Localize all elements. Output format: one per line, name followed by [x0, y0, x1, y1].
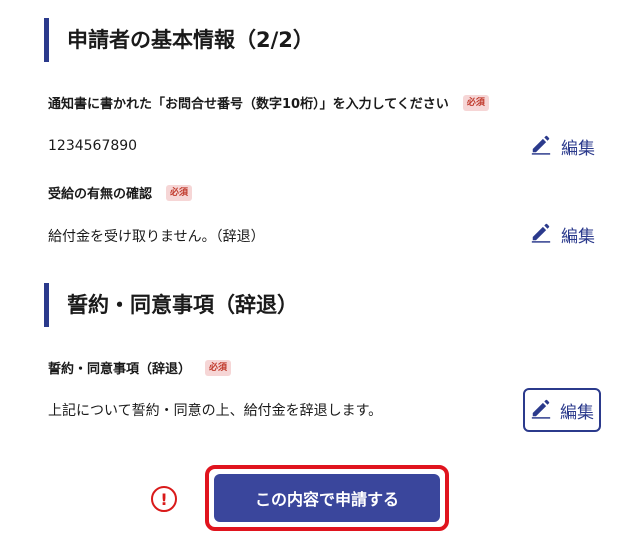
- required-badge: 必須: [205, 359, 232, 376]
- edit-label: 編集: [561, 227, 595, 247]
- field-label-pledge: 誓約・同意事項（辞退） 必須: [48, 358, 232, 377]
- field-label-receipt-confirmation: 受給の有無の確認 必須: [48, 183, 193, 202]
- section-heading-pledge: 誓約・同意事項（辞退）: [44, 283, 298, 327]
- field-value-pledge: 上記について誓約・同意の上、給付金を辞退します。: [48, 403, 383, 419]
- field-label-text: 受給の有無の確認: [48, 187, 153, 202]
- required-badge: 必須: [166, 184, 193, 201]
- field-value-receipt-confirmation: 給付金を受け取りません。（辞退）: [48, 229, 265, 245]
- edit-label: 編集: [561, 139, 595, 159]
- edit-button-receipt-confirmation[interactable]: 編集: [530, 221, 595, 248]
- submit-button[interactable]: この内容で申請する: [214, 474, 440, 522]
- exclamation-circle-icon: !: [151, 486, 177, 512]
- edit-button-pledge[interactable]: 編集: [523, 388, 601, 432]
- field-label-text: 誓約・同意事項（辞退）: [48, 362, 192, 377]
- field-value-inquiry-number: 1234567890: [48, 138, 138, 154]
- pencil-icon: [530, 133, 552, 160]
- section-heading-basic-info: 申請者の基本情報（2/2）: [44, 18, 314, 62]
- field-label-text: 通知書に書かれた「お問合せ番号（数字10桁）」を入力してください: [48, 97, 449, 112]
- required-badge: 必須: [462, 94, 489, 111]
- edit-button-inquiry-number[interactable]: 編集: [530, 133, 595, 160]
- submit-highlight-frame: この内容で申請する: [205, 465, 449, 531]
- field-label-inquiry-number: 通知書に書かれた「お問合せ番号（数字10桁）」を入力してください 必須: [48, 93, 489, 112]
- pencil-icon: [530, 221, 552, 248]
- pencil-icon: [530, 397, 552, 424]
- edit-label: 編集: [560, 402, 594, 423]
